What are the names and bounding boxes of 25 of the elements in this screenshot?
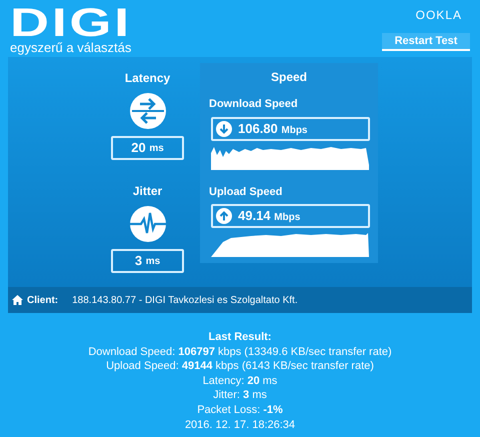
result-line: Packet Loss: -1% <box>197 402 283 418</box>
metric-value: 20 ms <box>111 136 184 160</box>
pulse-circle-icon <box>130 206 166 242</box>
result-line: Latency: 20 ms <box>202 374 278 388</box>
result-line: Upload Speed: 49144 kbps (6143 KB/sec transfer rate) <box>106 359 374 374</box>
client-info: 188.143.80.77 - DIGI Tavkozlesi es Szolgaltato Kft. <box>72 294 298 308</box>
speed-label: Download Speed <box>209 97 299 112</box>
result-line: 2016. 12. 17. 18:26:34 <box>184 418 296 432</box>
brand-logo: OOKLA <box>416 7 462 24</box>
home-icon <box>12 295 23 305</box>
restart-button[interactable]: Restart Test <box>382 33 470 51</box>
result-line: Jitter: 3 ms <box>213 388 267 403</box>
metric-label: Jitter <box>132 183 162 200</box>
last-result-title: Last Result: <box>208 330 272 345</box>
logo: DIGI <box>10 6 133 40</box>
result-line: Download Speed: 106797 kbps (13349.6 KB/sec transfer rate) <box>88 344 392 360</box>
speed-value: 49.14 Mbps <box>211 204 370 228</box>
metric-label: Latency <box>124 70 170 87</box>
metric-value: 3 ms <box>111 249 184 273</box>
arrows-circle-icon <box>130 93 166 129</box>
client-label: Client: <box>27 294 58 308</box>
speed-value: 106.80 Mbps <box>211 116 370 140</box>
speed-title: Speed <box>270 69 308 86</box>
tagline: egyszerű a választás <box>10 40 132 55</box>
speed-label: Upload Speed <box>209 184 284 200</box>
